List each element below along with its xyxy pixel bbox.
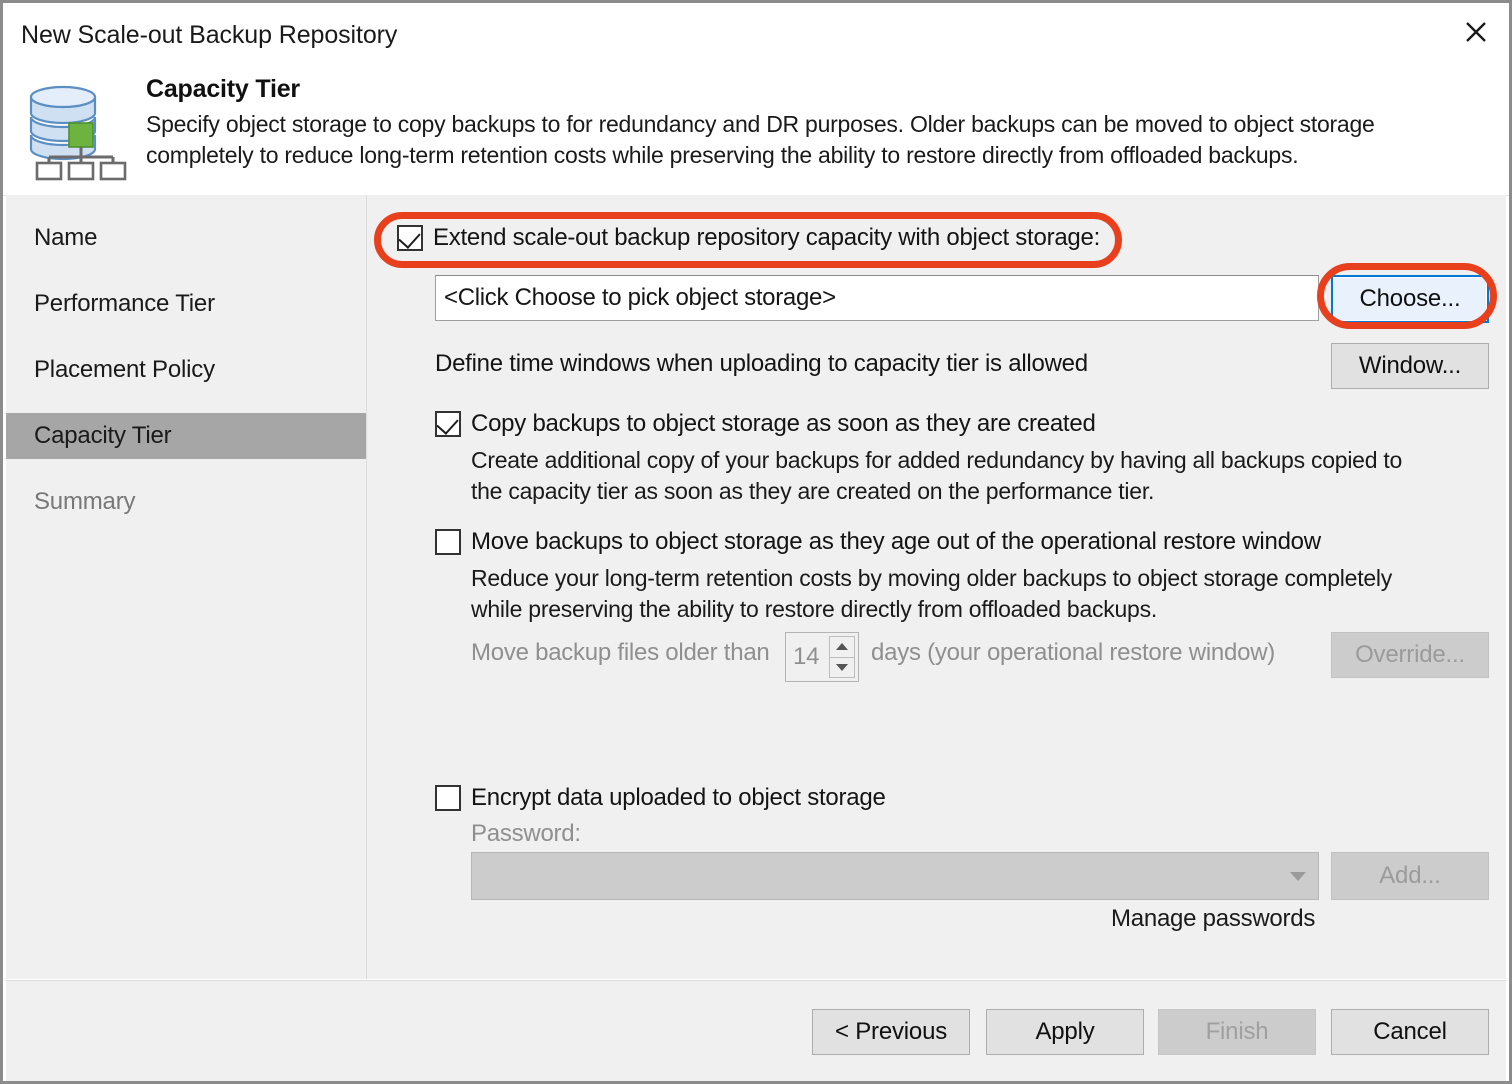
stepper-down-icon[interactable] [829,656,855,678]
sidebar-item-label: Capacity Tier [34,422,172,449]
extend-capacity-label: Extend scale-out backup repository capac… [433,224,1101,251]
new-scale-out-backup-repository-dialog: New Scale-out Backup Repository Capacity… [0,0,1512,1084]
copy-backups-checkbox[interactable] [435,411,461,437]
capacity-tier-panel: Extend scale-out backup repository capac… [367,195,1506,979]
move-older-than-suffix-label: days (your operational restore window) [871,639,1276,666]
scale-out-repository-icon [19,75,131,181]
password-dropdown[interactable] [471,852,1319,900]
apply-button[interactable]: Apply [986,1009,1144,1055]
close-glyph [1466,22,1486,42]
dialog-footer: < Previous Apply Finish Cancel [6,980,1506,1081]
window-button[interactable]: Window... [1331,343,1489,389]
window-title: New Scale-out Backup Repository [21,21,398,49]
sidebar-item-label: Summary [34,488,136,515]
move-backups-description-line2: while preserving the ability to restore … [471,596,1157,622]
copy-backups-label: Copy backups to object storage as soon a… [471,410,1096,437]
sidebar-item-summary[interactable]: Summary [6,479,366,525]
title-bar: New Scale-out Backup Repository [3,3,1509,67]
copy-backups-description-line2: the capacity tier as soon as they are cr… [471,478,1155,504]
sidebar-item-capacity-tier[interactable]: Capacity Tier [6,413,366,459]
time-window-label: Define time windows when uploading to ca… [435,350,1088,377]
move-backups-label: Move backups to object storage as they a… [471,528,1321,555]
previous-button[interactable]: < Previous [812,1009,970,1055]
finish-button[interactable]: Finish [1158,1009,1316,1055]
move-older-than-prefix-label: Move backup files older than [471,639,770,666]
sidebar-item-label: Placement Policy [34,356,215,383]
override-button[interactable]: Override... [1331,632,1489,678]
encrypt-data-checkbox[interactable] [435,785,461,811]
sidebar-item-label: Performance Tier [34,290,215,317]
page-description: Specify object storage to copy backups t… [146,111,1375,168]
chevron-down-icon [1290,871,1306,881]
password-label: Password: [471,820,581,847]
move-backups-checkbox[interactable] [435,529,461,555]
move-backups-description-line1: Reduce your long-term retention costs by… [471,565,1392,591]
days-value: 14 [793,643,820,670]
page-title: Capacity Tier [146,75,300,103]
choose-button[interactable]: Choose... [1331,275,1489,323]
extend-capacity-checkbox[interactable] [397,225,423,251]
days-stepper-buttons[interactable] [829,636,855,678]
dialog-body: Name Performance Tier Placement Policy C… [6,195,1506,979]
days-stepper[interactable]: 14 [785,632,859,682]
close-icon[interactable] [1443,3,1509,61]
sidebar-item-placement-policy[interactable]: Placement Policy [6,347,366,393]
wizard-header: Capacity Tier Specify object storage to … [3,61,1509,196]
wizard-steps-sidebar: Name Performance Tier Placement Policy C… [6,195,367,979]
object-storage-input[interactable]: <Click Choose to pick object storage> [435,275,1319,321]
manage-passwords-link[interactable]: Manage passwords [1111,905,1315,933]
encrypt-data-label: Encrypt data uploaded to object storage [471,784,886,811]
stepper-up-icon[interactable] [829,636,855,657]
sidebar-item-performance-tier[interactable]: Performance Tier [6,281,366,327]
add-password-button[interactable]: Add... [1331,852,1489,900]
sidebar-item-name[interactable]: Name [6,215,366,261]
sidebar-item-label: Name [34,224,98,251]
cancel-button[interactable]: Cancel [1331,1009,1489,1055]
copy-backups-description-line1: Create additional copy of your backups f… [471,447,1403,473]
